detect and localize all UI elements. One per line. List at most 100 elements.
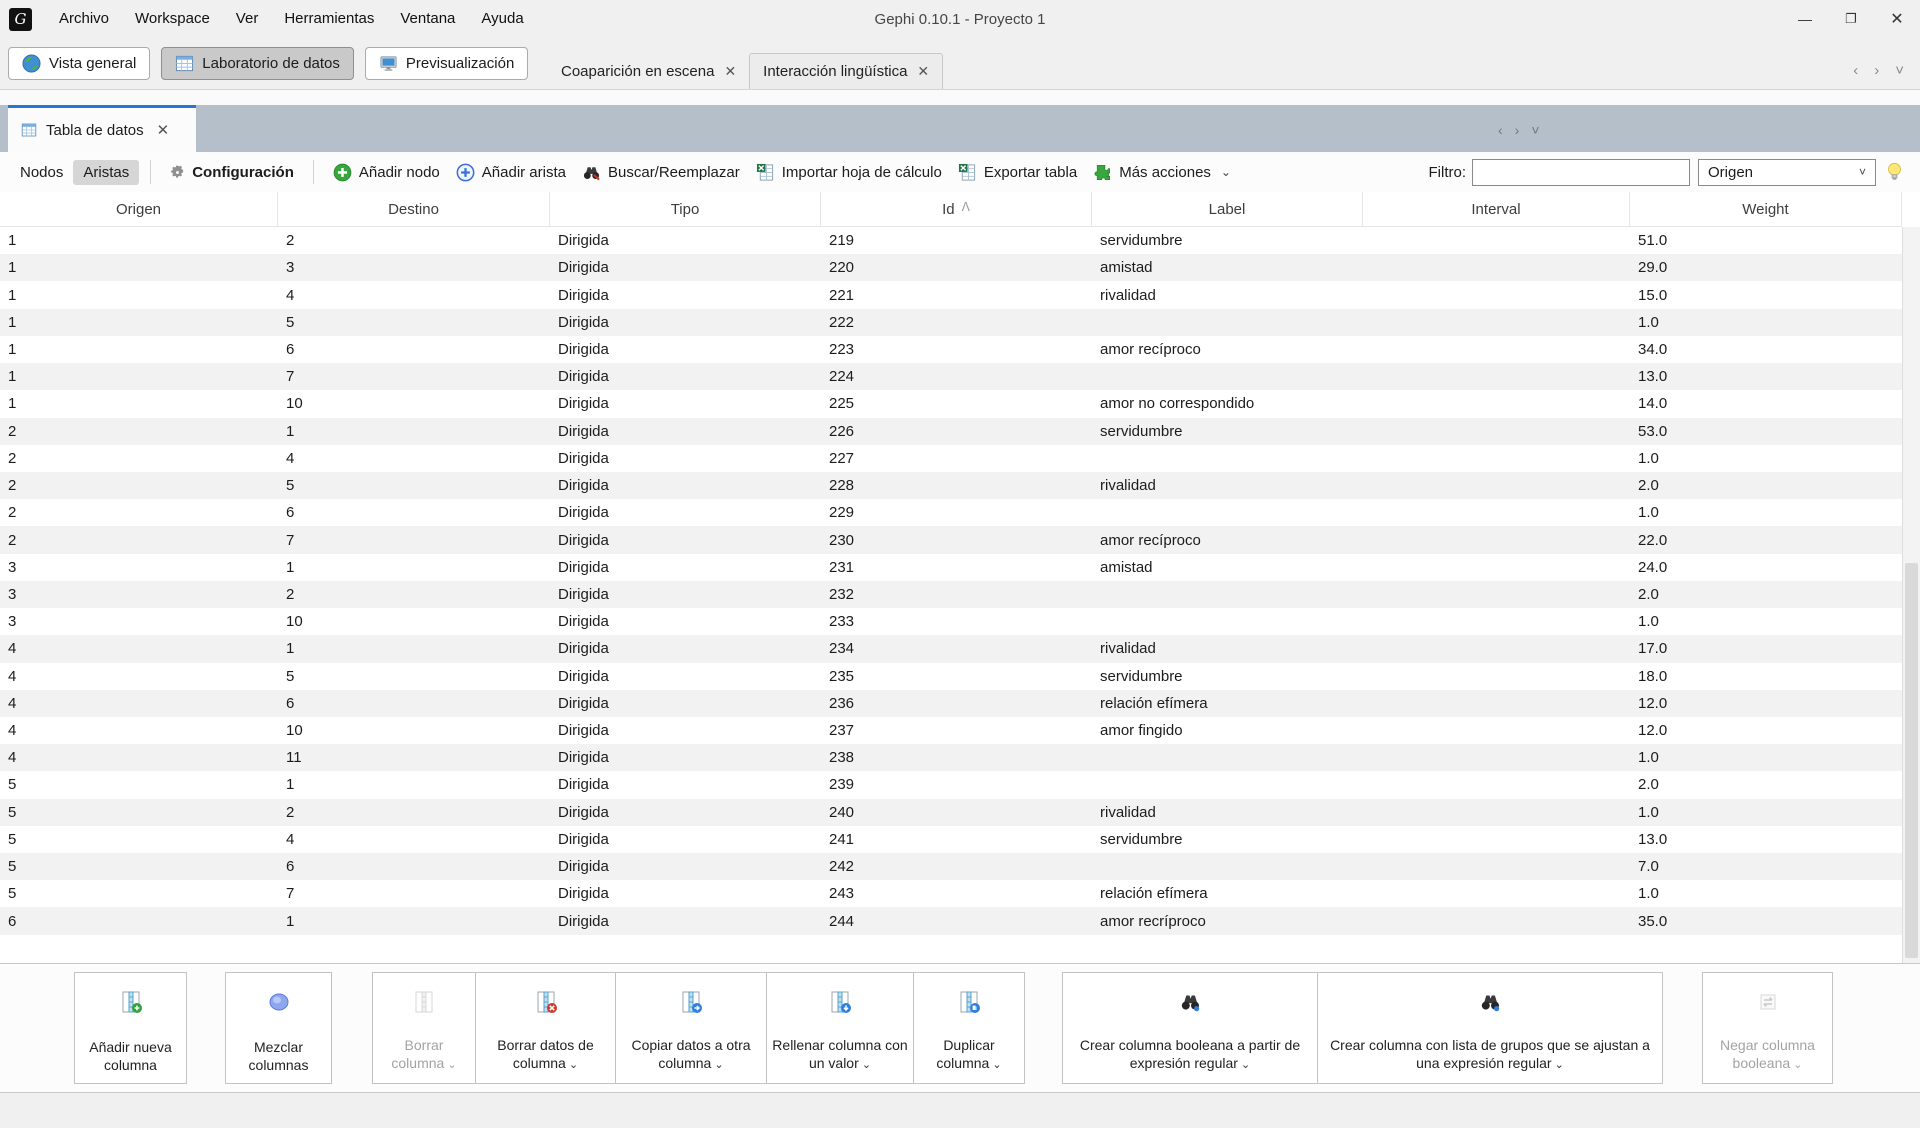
view-button-laboratorio-de-datos[interactable]: Laboratorio de datos [161, 47, 354, 80]
cell-weight[interactable]: 24.0 [1630, 554, 1902, 581]
menu-archivo[interactable]: Archivo [46, 0, 122, 38]
cell-tipo[interactable]: Dirigida [550, 363, 821, 390]
cell-label[interactable] [1092, 363, 1363, 390]
cell-tipo[interactable]: Dirigida [550, 635, 821, 662]
cell-destino[interactable]: 6 [278, 499, 550, 526]
cell-id[interactable]: 237 [821, 717, 1092, 744]
cell-destino[interactable]: 4 [278, 826, 550, 853]
filter-input[interactable] [1472, 159, 1690, 186]
cell-interval[interactable] [1363, 309, 1630, 336]
cell-destino[interactable]: 7 [278, 880, 550, 907]
cell-weight[interactable]: 1.0 [1630, 309, 1902, 336]
cell-origen[interactable]: 4 [0, 717, 278, 744]
close-icon[interactable]: ✕ [157, 121, 170, 139]
scrollbar-thumb[interactable] [1905, 563, 1918, 958]
cell-destino[interactable]: 4 [278, 445, 550, 472]
cell-id[interactable]: 240 [821, 799, 1092, 826]
cell-id[interactable]: 225 [821, 390, 1092, 417]
cell-destino[interactable]: 2 [278, 799, 550, 826]
cell-origen[interactable]: 4 [0, 690, 278, 717]
cell-destino[interactable]: 11 [278, 744, 550, 771]
vertical-scrollbar[interactable] [1902, 227, 1920, 963]
cell-interval[interactable] [1363, 717, 1630, 744]
cell-destino[interactable]: 3 [278, 254, 550, 281]
duplicar-columna-button[interactable]: Duplicar columna ⌄ [913, 972, 1025, 1084]
view-button-vista-general[interactable]: Vista general [8, 47, 150, 80]
cell-interval[interactable] [1363, 445, 1630, 472]
cell-label[interactable]: rivalidad [1092, 472, 1363, 499]
table-row[interactable]: 61Dirigida244amor recríproco35.0 [0, 907, 1902, 934]
cell-origen[interactable]: 4 [0, 744, 278, 771]
export-table-button[interactable]: Exportar tabla [958, 163, 1077, 182]
cell-label[interactable]: amor no correspondido [1092, 390, 1363, 417]
workspace-tab-coaparicion-en-escena[interactable]: Coaparición en escena✕ [548, 54, 749, 89]
cell-tipo[interactable]: Dirigida [550, 254, 821, 281]
cell-weight[interactable]: 1.0 [1630, 608, 1902, 635]
table-row[interactable]: 410Dirigida237amor fingido12.0 [0, 717, 1902, 744]
more-actions-button[interactable]: Más acciones ⌄ [1093, 163, 1231, 182]
cell-label[interactable]: servidumbre [1092, 227, 1363, 254]
cell-id[interactable]: 232 [821, 581, 1092, 608]
cell-label[interactable] [1092, 499, 1363, 526]
view-button-previsualizacion[interactable]: Previsualización [365, 47, 528, 80]
cell-interval[interactable] [1363, 554, 1630, 581]
cell-weight[interactable]: 13.0 [1630, 363, 1902, 390]
cell-tipo[interactable]: Dirigida [550, 526, 821, 553]
table-row[interactable]: 57Dirigida243relación efímera1.0 [0, 880, 1902, 907]
cell-origen[interactable]: 2 [0, 526, 278, 553]
chevron-down-icon[interactable]: ˅ [1531, 122, 1539, 138]
table-row[interactable]: 51Dirigida2392.0 [0, 771, 1902, 798]
cell-weight[interactable]: 34.0 [1630, 336, 1902, 363]
cell-destino[interactable]: 7 [278, 363, 550, 390]
cell-destino[interactable]: 4 [278, 281, 550, 308]
cell-origen[interactable]: 5 [0, 799, 278, 826]
cell-destino[interactable]: 1 [278, 635, 550, 662]
cell-label[interactable] [1092, 309, 1363, 336]
configuracion-button[interactable]: Configuración [170, 164, 294, 181]
cell-label[interactable]: amor fingido [1092, 717, 1363, 744]
chevron-right-icon[interactable]: › [1874, 62, 1879, 79]
cell-tipo[interactable]: Dirigida [550, 227, 821, 254]
cell-weight[interactable]: 1.0 [1630, 799, 1902, 826]
cell-id[interactable]: 243 [821, 880, 1092, 907]
mezclar-columnas-button[interactable]: Mezclar columnas [225, 972, 332, 1084]
cell-id[interactable]: 219 [821, 227, 1092, 254]
cell-destino[interactable]: 10 [278, 717, 550, 744]
cell-interval[interactable] [1363, 581, 1630, 608]
cell-weight[interactable]: 13.0 [1630, 826, 1902, 853]
cell-interval[interactable] [1363, 526, 1630, 553]
cell-label[interactable]: rivalidad [1092, 281, 1363, 308]
chevron-right-icon[interactable]: › [1515, 122, 1520, 138]
table-row[interactable]: 12Dirigida219servidumbre51.0 [0, 227, 1902, 254]
cell-interval[interactable] [1363, 853, 1630, 880]
table-row[interactable]: 41Dirigida234rivalidad17.0 [0, 635, 1902, 662]
cell-id[interactable]: 222 [821, 309, 1092, 336]
table-row[interactable]: 16Dirigida223amor recíproco34.0 [0, 336, 1902, 363]
cell-weight[interactable]: 2.0 [1630, 472, 1902, 499]
cell-id[interactable]: 239 [821, 771, 1092, 798]
crear-columna-booleana-a-partir-de-expresion-regular-button[interactable]: Crear columna booleana a partir de expre… [1062, 972, 1318, 1084]
cell-weight[interactable]: 22.0 [1630, 526, 1902, 553]
cell-tipo[interactable]: Dirigida [550, 880, 821, 907]
cell-tipo[interactable]: Dirigida [550, 826, 821, 853]
cell-interval[interactable] [1363, 472, 1630, 499]
cell-label[interactable] [1092, 771, 1363, 798]
table-row[interactable]: 45Dirigida235servidumbre18.0 [0, 663, 1902, 690]
cell-interval[interactable] [1363, 281, 1630, 308]
copiar-datos-a-otra-columna-button[interactable]: Copiar datos a otra columna ⌄ [615, 972, 767, 1084]
cell-interval[interactable] [1363, 690, 1630, 717]
cell-destino[interactable]: 6 [278, 853, 550, 880]
tab-aristas[interactable]: Aristas [73, 160, 139, 185]
cell-label[interactable]: amistad [1092, 254, 1363, 281]
cell-weight[interactable]: 29.0 [1630, 254, 1902, 281]
cell-tipo[interactable]: Dirigida [550, 853, 821, 880]
cell-tipo[interactable]: Dirigida [550, 390, 821, 417]
cell-origen[interactable]: 5 [0, 880, 278, 907]
cell-label[interactable]: relación efímera [1092, 690, 1363, 717]
cell-origen[interactable]: 3 [0, 554, 278, 581]
menu-workspace[interactable]: Workspace [122, 0, 223, 38]
cell-id[interactable]: 223 [821, 336, 1092, 363]
crear-columna-con-lista-de-grupos-que-se-ajustan-a-una-expresion-regular-button[interactable]: Crear columna con lista de grupos que se… [1317, 972, 1663, 1084]
cell-label[interactable]: rivalidad [1092, 799, 1363, 826]
cell-label[interactable]: amor recríproco [1092, 907, 1363, 934]
